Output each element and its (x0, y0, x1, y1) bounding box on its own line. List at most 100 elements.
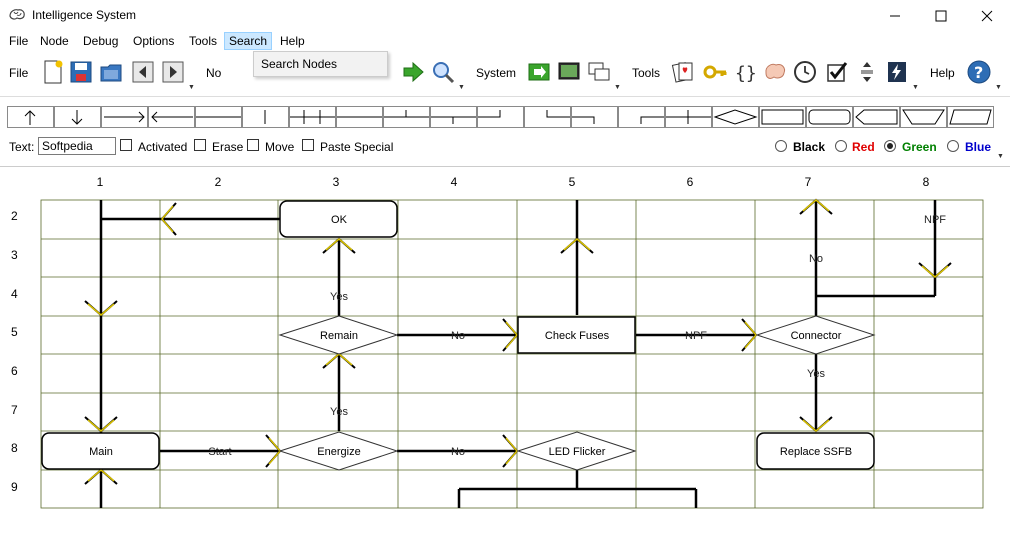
color-black-radio[interactable] (775, 140, 787, 152)
svg-text:{}: {} (735, 63, 757, 84)
shape-junction-double[interactable] (289, 106, 336, 128)
menu-help[interactable]: Help (276, 33, 309, 50)
export-icon[interactable] (526, 59, 552, 85)
node-remain[interactable]: Remain (278, 315, 399, 355)
options-dropdown-icon[interactable]: ▼ (997, 153, 1004, 160)
menu-search[interactable]: Search (224, 32, 273, 50)
menu-debug[interactable]: Debug (79, 33, 122, 50)
activated-checkbox[interactable] (120, 139, 132, 151)
shape-arrow-left[interactable] (148, 106, 195, 128)
move-checkbox[interactable] (247, 139, 259, 151)
menu-node[interactable]: Node (36, 33, 73, 50)
maximize-button[interactable] (918, 0, 964, 31)
shape-arrow-up[interactable] (7, 106, 54, 128)
color-blue-label: Blue (965, 140, 992, 154)
paste-special-label: Paste Special (320, 140, 394, 154)
erase-label: Erase (212, 140, 244, 154)
color-red-radio[interactable] (835, 140, 847, 152)
shape-line-vertical[interactable] (242, 106, 289, 128)
forward-dropdown-icon[interactable]: ▼ (188, 84, 195, 91)
help-icon[interactable]: ? (966, 59, 992, 85)
search-icon[interactable] (430, 59, 456, 85)
toolbar-system-label: System (476, 66, 517, 80)
toolbar-node-label: No (206, 66, 222, 80)
edge-label-yes: Yes (330, 406, 348, 418)
shape-arrow-right[interactable] (101, 106, 148, 128)
minimize-button[interactable] (872, 0, 918, 31)
shape-corner-up-left[interactable] (477, 106, 524, 128)
braces-icon[interactable]: {} (732, 59, 758, 85)
shape-line-horizontal[interactable] (195, 106, 242, 128)
edge-label-npf: NPF (924, 214, 946, 226)
clock-icon[interactable] (792, 59, 818, 85)
lightning-icon[interactable] (884, 59, 910, 85)
color-black-label: Black (793, 140, 826, 154)
node-ok-label: OK (331, 214, 348, 226)
shape-corner-up-right[interactable] (524, 106, 571, 128)
shape-cross[interactable] (665, 106, 712, 128)
node-connector[interactable]: Connector (755, 315, 876, 355)
color-red-label: Red (852, 140, 875, 154)
shape-hexagon[interactable] (853, 106, 900, 128)
run-arrow-icon[interactable] (400, 59, 426, 85)
maximize-icon (935, 10, 947, 21)
cards-icon[interactable] (670, 59, 696, 85)
node-energize[interactable]: Energize (278, 431, 399, 471)
shape-corner-down-left[interactable] (571, 106, 618, 128)
color-blue-radio[interactable] (947, 140, 959, 152)
resize-vertical-icon[interactable] (854, 59, 880, 85)
erase-checkbox[interactable] (194, 139, 206, 151)
shape-tee-down[interactable] (430, 106, 477, 128)
help-dropdown-icon[interactable]: ▼ (995, 84, 1002, 91)
text-input[interactable] (38, 137, 116, 155)
color-green-label: Green (902, 140, 937, 154)
lightning-dropdown-icon[interactable]: ▼ (912, 84, 919, 91)
shape-rounded-rectangle[interactable] (806, 106, 853, 128)
save-icon[interactable] (68, 59, 94, 85)
menu-file[interactable]: File (5, 33, 32, 50)
open-icon[interactable] (98, 59, 124, 85)
windows-icon[interactable] (586, 59, 612, 85)
shape-trapezoid[interactable] (900, 106, 947, 128)
node-ok[interactable]: OK (279, 200, 398, 238)
move-label: Move (265, 140, 295, 154)
main-toolbar: File ▼ No ▼ System ▼ Tools {} ▼ Help ? ▼ (0, 51, 1010, 96)
close-button[interactable] (964, 0, 1010, 31)
menu-tools[interactable]: Tools (185, 33, 221, 50)
shape-arrow-down[interactable] (54, 106, 101, 128)
edge-label-no: No (451, 330, 465, 342)
checkbox-icon[interactable] (824, 59, 850, 85)
new-file-icon[interactable] (40, 59, 66, 85)
node-led-flicker[interactable]: LED Flicker (516, 431, 637, 471)
shape-parallelogram[interactable] (947, 106, 994, 128)
back-icon[interactable] (130, 59, 156, 85)
node-check-fuses[interactable]: Check Fuses (517, 316, 636, 354)
node-replace-ssfb[interactable]: Replace SSFB (756, 432, 875, 470)
search-nodes-menu-item[interactable]: Search Nodes (261, 57, 337, 71)
edge-label-yes: Yes (330, 291, 348, 303)
paste-special-checkbox[interactable] (302, 139, 314, 151)
windows-dropdown-icon[interactable]: ▼ (614, 84, 621, 91)
node-main-label: Main (89, 446, 113, 458)
node-main[interactable]: Main (41, 432, 160, 470)
brain-icon (9, 9, 25, 20)
edge-label-npf: NPF (685, 330, 707, 342)
monitor-icon[interactable] (556, 59, 582, 85)
node-energize-label: Energize (317, 446, 360, 458)
shape-diamond[interactable] (712, 106, 759, 128)
edge-label-no: No (809, 253, 823, 265)
shape-corner-down-right[interactable] (618, 106, 665, 128)
window-title: Intelligence System (32, 8, 137, 22)
shape-tee-up[interactable] (383, 106, 430, 128)
flowchart-canvas[interactable]: 1 2 3 4 5 6 7 8 2 3 4 5 6 7 8 9 OK Remai… (0, 166, 1010, 537)
brain-tool-icon[interactable] (762, 59, 788, 85)
search-dropdown-icon[interactable]: ▼ (458, 84, 465, 91)
shape-rectangle[interactable] (759, 106, 806, 128)
color-green-radio[interactable] (884, 140, 896, 152)
node-remain-label: Remain (320, 330, 358, 342)
key-icon[interactable] (702, 59, 728, 85)
menu-options[interactable]: Options (129, 33, 178, 50)
forward-icon[interactable] (160, 59, 186, 85)
shape-line-horizontal-2[interactable] (336, 106, 383, 128)
node-replace-ssfb-label: Replace SSFB (780, 446, 852, 458)
